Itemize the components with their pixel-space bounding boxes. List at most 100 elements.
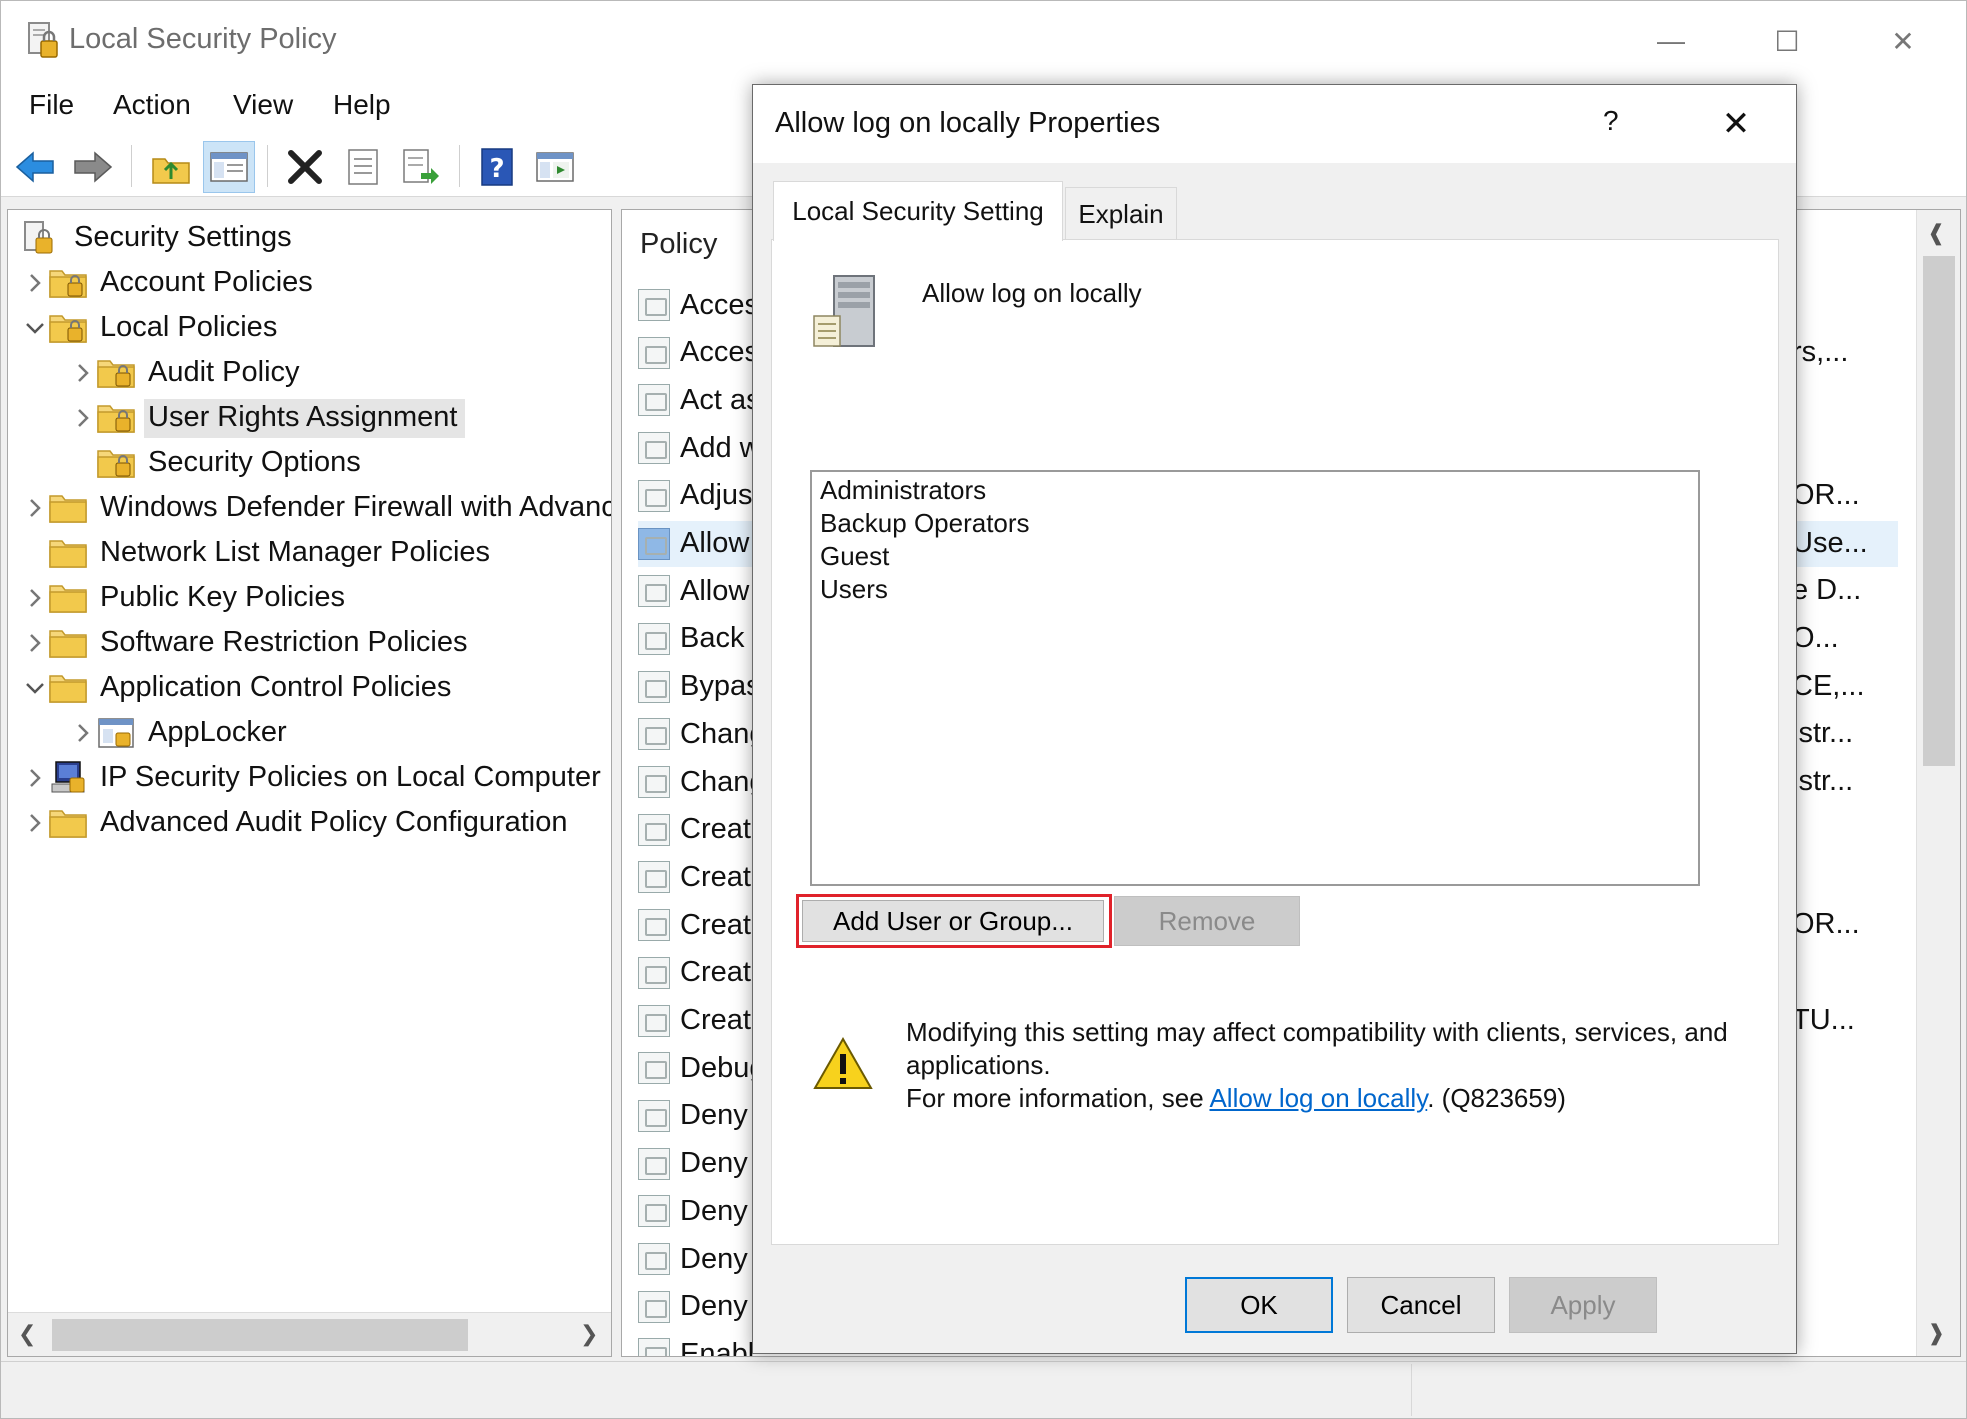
horizontal-scrollbar[interactable]: ❮ ❯ — [8, 1312, 611, 1356]
list-item[interactable]: Users — [820, 573, 1690, 606]
remove-button[interactable]: Remove — [1114, 896, 1300, 946]
tree-item[interactable]: AppLocker — [70, 713, 295, 753]
close-button[interactable]: ✕ — [1873, 11, 1933, 71]
tree-item[interactable]: IP Security Policies on Local Computer — [22, 758, 609, 798]
chevron-down-icon[interactable] — [22, 668, 48, 708]
export-list-button[interactable] — [395, 141, 447, 193]
up-one-level-button[interactable] — [145, 141, 197, 193]
console-icon — [536, 152, 574, 182]
scroll-right-icon[interactable]: ❯ — [580, 1321, 598, 1347]
properties-button[interactable] — [337, 141, 389, 193]
scroll-up-icon[interactable]: ❰ — [1927, 220, 1945, 246]
policy-icon — [638, 813, 670, 846]
policy-name-cell: Deny l — [680, 1290, 763, 1323]
tree-item[interactable]: Audit Policy — [70, 353, 308, 393]
chevron-right-icon[interactable] — [22, 578, 48, 618]
tree-item[interactable]: Application Control Policies — [22, 668, 459, 708]
chevron-right-icon[interactable] — [22, 263, 48, 303]
policy-name-cell: Add w — [680, 431, 761, 464]
forward-button[interactable] — [67, 141, 119, 193]
chevron-right-icon[interactable] — [22, 758, 48, 798]
chevron-right-icon[interactable] — [22, 623, 48, 663]
menu-view[interactable]: View — [233, 89, 293, 121]
policy-icon — [638, 670, 670, 703]
tree-item[interactable]: Advanced Audit Policy Configuration — [22, 803, 576, 843]
tree-item[interactable]: User Rights Assignment — [70, 398, 466, 438]
policy-icon — [638, 861, 670, 894]
menu-action[interactable]: Action — [113, 89, 191, 121]
policy-icon — [638, 718, 670, 751]
chevron-right-icon[interactable] — [70, 713, 96, 753]
tree-item-label: Audit Policy — [148, 355, 300, 388]
tree-item[interactable]: Security Settings — [22, 218, 300, 258]
tree-item-label: Advanced Audit Policy Configuration — [100, 805, 568, 838]
folder-icon — [48, 580, 88, 616]
folder-icon — [48, 535, 88, 571]
help-button[interactable]: ? — [471, 141, 523, 193]
apply-button[interactable]: Apply — [1509, 1277, 1657, 1333]
tree-item[interactable]: Account Policies — [22, 263, 321, 303]
chevron-right-icon[interactable] — [70, 398, 96, 438]
minimize-button[interactable]: — — [1641, 11, 1701, 71]
warning-text: Modifying this setting may affect compat… — [906, 1016, 1766, 1115]
policy-icon — [638, 1338, 670, 1356]
tab-local-security-setting[interactable]: Local Security Setting — [773, 181, 1063, 241]
locked-folder-icon — [96, 355, 136, 391]
maximize-button[interactable]: ☐ — [1757, 11, 1817, 71]
chevron-down-icon[interactable] — [22, 308, 48, 348]
list-item[interactable]: Backup Operators — [820, 507, 1690, 540]
security-setting-cell: CE,... — [1792, 669, 1865, 702]
tree-item-label: Security Settings — [74, 220, 292, 253]
more-info-prefix: For more information, see — [906, 1083, 1210, 1113]
folder-icon — [48, 805, 88, 841]
more-info-link[interactable]: Allow log on locally — [1209, 1083, 1427, 1113]
tree-item-label: Network List Manager Policies — [100, 535, 491, 568]
add-user-or-group-button[interactable]: Add User or Group... — [802, 900, 1104, 942]
scroll-left-icon[interactable]: ❮ — [18, 1321, 36, 1347]
chevron-right-icon[interactable] — [22, 488, 48, 528]
delete-button[interactable] — [279, 141, 331, 193]
policy-icon — [638, 479, 670, 512]
locked-folder-icon — [96, 445, 136, 481]
menu-help[interactable]: Help — [333, 89, 391, 121]
list-item[interactable]: Guest — [820, 540, 1690, 573]
chevron-right-icon[interactable] — [22, 803, 48, 843]
dialog-close-button[interactable]: ✕ — [1711, 99, 1761, 149]
menu-file[interactable]: File — [29, 89, 74, 121]
list-item[interactable]: Administrators — [820, 474, 1690, 507]
members-list[interactable]: Administrators Backup Operators Guest Us… — [810, 470, 1700, 886]
policy-icon — [638, 1290, 670, 1323]
vertical-scrollbar[interactable]: ❰ ❱ — [1916, 210, 1960, 1356]
tree-item[interactable]: Network List Manager Policies — [22, 533, 498, 573]
tree-item[interactable]: Public Key Policies — [22, 578, 353, 618]
tree-pane[interactable]: Security Settings Account Policies Local P… — [7, 209, 612, 1357]
tree-item[interactable]: Security Options — [70, 443, 369, 483]
scrollbar-thumb[interactable] — [1923, 256, 1955, 766]
show-hide-tree-icon — [210, 152, 248, 182]
policy-name-cell: Deny l — [680, 1194, 763, 1227]
security-policy-icon — [28, 22, 58, 58]
column-header-policy[interactable]: Policy — [640, 228, 717, 261]
more-info-line: For more information, see Allow log on l… — [906, 1082, 1766, 1115]
policy-icon — [638, 289, 670, 321]
tree-item[interactable]: Windows Defender Firewall with Advanced … — [22, 488, 611, 528]
show-hide-tree-button[interactable] — [203, 141, 255, 193]
tab-explain[interactable]: Explain — [1065, 187, 1177, 241]
export-list-icon — [403, 149, 439, 184]
console-button[interactable] — [529, 141, 581, 193]
up-folder-icon — [152, 158, 190, 184]
tree-item[interactable]: Software Restriction Policies — [22, 623, 475, 663]
scrollbar-thumb[interactable] — [52, 1319, 468, 1351]
security-setting-cell: TU... — [1792, 1003, 1855, 1036]
tree-item[interactable]: Local Policies — [22, 308, 285, 348]
policy-name-cell: Allow — [680, 574, 750, 607]
folder-icon — [48, 670, 88, 706]
tree-item-label: User Rights Assignment — [144, 398, 466, 438]
dialog-help-button[interactable]: ? — [1603, 105, 1619, 137]
tree-item-label: Security Options — [148, 445, 361, 478]
back-button[interactable] — [9, 141, 61, 193]
cancel-button[interactable]: Cancel — [1347, 1277, 1495, 1333]
scroll-down-icon[interactable]: ❱ — [1927, 1320, 1945, 1346]
chevron-right-icon[interactable] — [70, 353, 96, 393]
ok-button[interactable]: OK — [1185, 1277, 1333, 1333]
